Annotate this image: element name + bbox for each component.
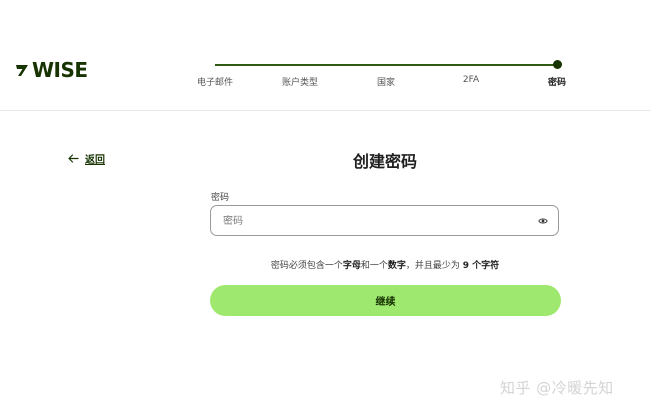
- eye-icon[interactable]: [538, 216, 548, 226]
- hint-text-3: ，并且最少为: [405, 261, 460, 271]
- step-country: 国家: [376, 78, 396, 88]
- step-2fa: 2FA: [462, 75, 480, 85]
- progress-current-dot: [553, 60, 562, 69]
- progress-bar: [215, 64, 558, 66]
- password-field-box: [210, 205, 559, 237]
- hint-count: 9 个字符: [462, 261, 500, 271]
- hint-letter: 字母: [342, 261, 361, 271]
- step-list: 电子邮件 账户类型 国家 2FA 密码: [0, 75, 650, 89]
- password-label: 密码: [211, 193, 230, 203]
- password-hint: 密码必须包含一个字母和一个数字，并且最少为 9 个字符: [0, 258, 650, 271]
- hint-digit: 数字: [387, 261, 406, 271]
- watermark: 知乎 @冷暖先知: [500, 379, 614, 397]
- hint-text-2: 和一个: [360, 261, 388, 271]
- hint-text-1: 密码必须包含一个: [270, 261, 343, 271]
- password-input[interactable]: [221, 206, 525, 237]
- continue-button[interactable]: 继续: [210, 285, 561, 316]
- top-bar: WISE 电子邮件 账户类型 国家 2FA 密码: [0, 0, 650, 111]
- step-password: 密码: [547, 78, 567, 88]
- step-account-type: 账户类型: [281, 78, 319, 88]
- step-email: 电子邮件: [196, 78, 234, 88]
- page-title: 创建密码: [352, 152, 417, 171]
